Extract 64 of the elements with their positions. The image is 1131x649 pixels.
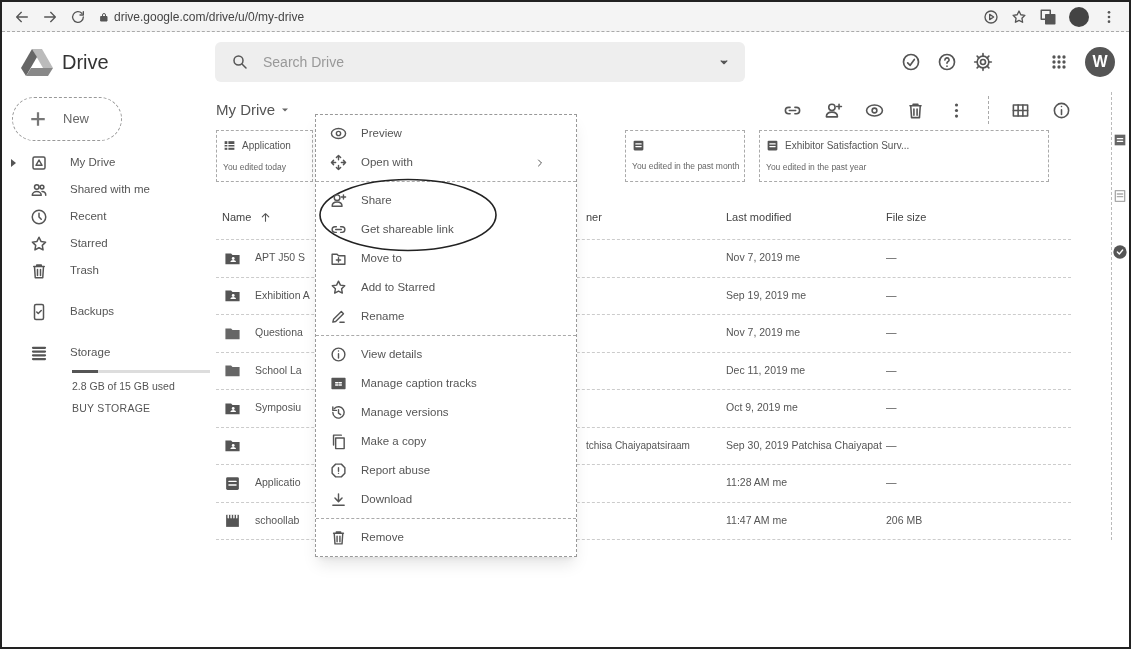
table-cell: Nov 7, 2019 me — [726, 251, 801, 264]
file-name: School La — [255, 362, 302, 378]
table-cell: — — [886, 438, 897, 451]
sidebar-item[interactable]: Backups — [2, 298, 202, 325]
table-cell: — — [886, 363, 897, 376]
menu-item[interactable]: Manage versions — [316, 398, 576, 427]
table-cell: tchisa Chaiyapatsiraam — [586, 439, 690, 451]
table-cell: Sep 19, 2019 me — [726, 288, 806, 301]
menu-item[interactable]: Make a copy — [316, 427, 576, 456]
card-title: Application — [242, 139, 291, 154]
storage-usage: 2.8 GB of 15 GB used — [72, 379, 176, 394]
table-cell: Oct 9, 2019 me — [726, 401, 798, 414]
column-header[interactable]: Name — [222, 209, 252, 226]
table-cell: Dec 11, 2019 me — [726, 363, 806, 376]
menu-item[interactable]: Add to Starred — [316, 273, 576, 302]
menu-item[interactable]: Manage caption tracks — [316, 369, 576, 398]
table-cell: 206 MB — [886, 513, 923, 526]
file-name: schoollab — [255, 512, 300, 528]
column-header[interactable]: Last modified — [726, 211, 792, 224]
file-name: Symposiu — [255, 400, 302, 416]
card-subtitle: You edited in the past month — [632, 160, 738, 173]
buy-storage-link[interactable]: BUY STORAGE — [72, 400, 188, 417]
table-cell: — — [886, 476, 897, 489]
file-name: Exhibition A — [255, 287, 310, 303]
search-field[interactable]: Search Drive — [215, 42, 745, 82]
table-cell: 11:28 AM me — [726, 476, 788, 489]
quick-access-card[interactable]: Application You edited today — [216, 130, 313, 182]
location-dropdown[interactable]: My Drive — [216, 98, 292, 122]
menu-item[interactable]: Open with — [316, 148, 576, 177]
menu-item[interactable]: Download — [316, 485, 576, 514]
card-title: Exhibitor Satisfaction Surv... — [785, 139, 910, 154]
menu-item[interactable]: Get shareable link — [316, 215, 576, 244]
table-cell: — — [886, 288, 897, 301]
sidebar-item[interactable]: Recent — [2, 203, 202, 230]
sidebar-item[interactable]: Storage — [2, 339, 202, 366]
sidebar-item[interactable]: Starred — [2, 230, 202, 257]
menu-item[interactable]: Report abuse — [316, 456, 576, 485]
table-cell: 11:47 AM me — [726, 513, 788, 526]
menu-item[interactable]: Move to — [316, 244, 576, 273]
menu-item[interactable]: Rename — [316, 302, 576, 331]
column-header[interactable]: File size — [886, 211, 927, 224]
quick-access-card[interactable]: Exhibitor Satisfaction Surv... You edited in the past year — [759, 130, 1049, 182]
app-title: Drive — [62, 50, 109, 75]
sidebar-item[interactable]: Trash — [2, 257, 202, 284]
table-cell: Nov 7, 2019 me — [726, 326, 801, 339]
menu-item[interactable]: Share — [316, 186, 576, 215]
menu-item[interactable]: Preview — [316, 119, 576, 148]
file-name: APT J50 S — [255, 250, 305, 266]
account-avatar[interactable]: W — [1085, 47, 1115, 77]
table-cell: — — [886, 401, 897, 414]
column-header[interactable]: ner — [586, 211, 602, 224]
file-name: Applicatio — [255, 475, 301, 491]
menu-item[interactable]: View details — [316, 340, 576, 369]
card-subtitle: You edited today — [223, 161, 288, 174]
table-cell: — — [886, 326, 897, 339]
card-subtitle: You edited in the past year — [766, 161, 868, 174]
file-name: Questiona — [255, 325, 303, 341]
sidebar-item[interactable]: Shared with me — [2, 176, 202, 203]
table-cell: — — [886, 251, 897, 264]
menu-item[interactable]: Remove — [316, 523, 576, 552]
address-bar[interactable]: drive.google.com/drive/u/0/my-drive — [114, 7, 305, 26]
sidebar-item[interactable]: My Drive — [2, 149, 202, 176]
table-cell: Sep 30, 2019 Patchisa Chaiyapat — [726, 438, 882, 451]
quick-access-card[interactable]: You edited in the past month — [625, 130, 745, 182]
